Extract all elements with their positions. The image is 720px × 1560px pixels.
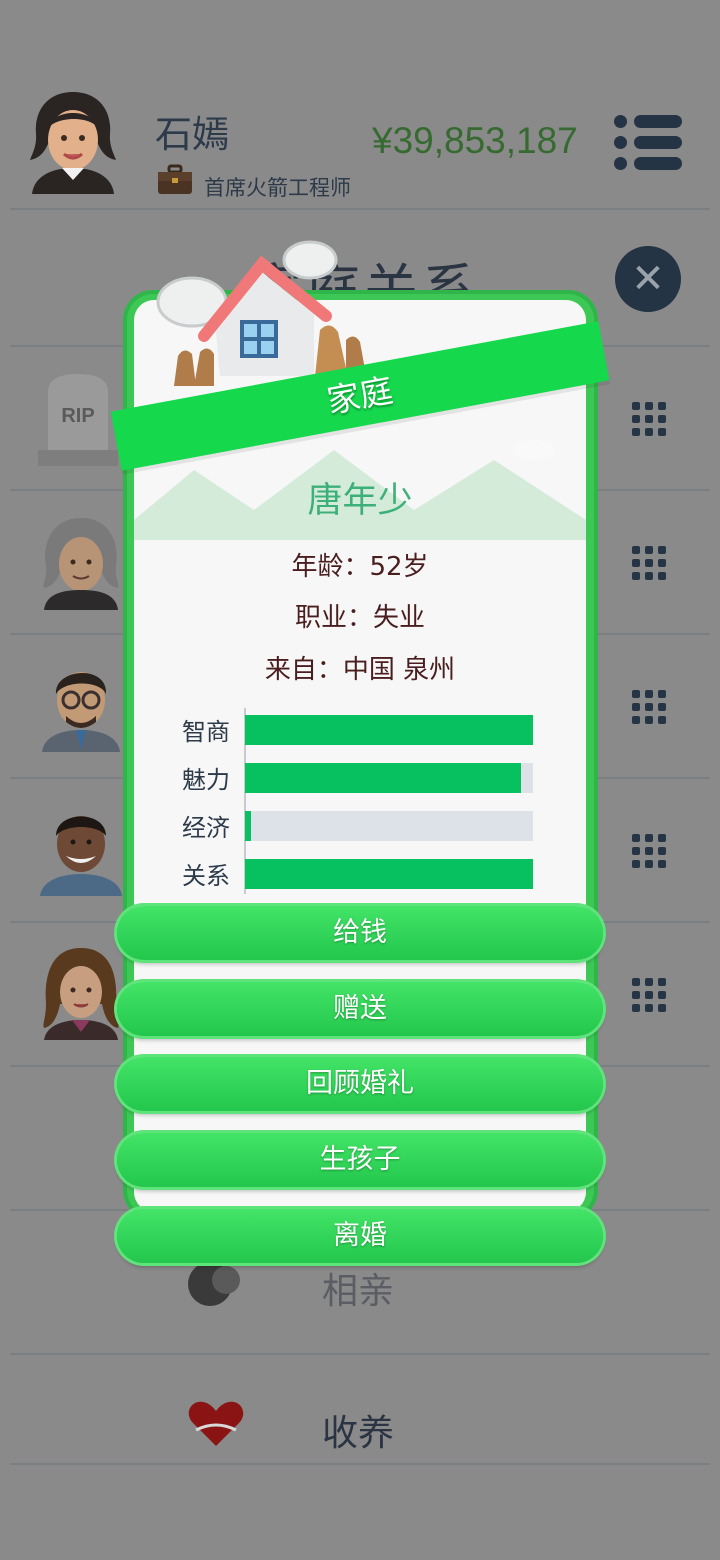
stat-bar-charm bbox=[245, 763, 533, 793]
divider bbox=[10, 208, 710, 210]
stat-bar-relation bbox=[245, 859, 533, 889]
man-glasses-avatar bbox=[42, 672, 120, 752]
divider bbox=[10, 1353, 710, 1355]
rip-tombstone-icon: RIP bbox=[38, 374, 118, 466]
adopt-heart-icon bbox=[188, 1401, 244, 1446]
stat-bar-iq bbox=[245, 715, 533, 745]
grid-icon[interactable] bbox=[632, 690, 666, 724]
menu-icon[interactable] bbox=[614, 112, 684, 172]
blind-date-icon bbox=[188, 1262, 240, 1306]
grid-icon[interactable] bbox=[632, 546, 666, 580]
grandma-avatar bbox=[43, 518, 119, 610]
blind-date-action[interactable]: 相亲 bbox=[322, 1262, 394, 1314]
stat-bar-economy bbox=[245, 811, 533, 841]
job-title: 首席火箭工程师 bbox=[204, 176, 351, 200]
grid-icon[interactable] bbox=[632, 978, 666, 1012]
adopt-action[interactable]: 收养 bbox=[322, 1404, 394, 1456]
svg-text:RIP: RIP bbox=[61, 405, 94, 427]
person-age: 年龄：52岁 bbox=[291, 552, 429, 582]
stat-label-relation: 关系 bbox=[182, 862, 230, 890]
stat-fill-relation bbox=[245, 859, 533, 889]
give-money-button[interactable]: 给钱 bbox=[117, 906, 603, 960]
grid-icon[interactable] bbox=[632, 834, 666, 868]
stat-label-iq: 智商 bbox=[182, 718, 230, 746]
gift-button[interactable]: 赠送 bbox=[117, 982, 603, 1036]
money-balance: ¥39,853,187 bbox=[372, 120, 578, 161]
woman-avatar bbox=[43, 948, 119, 1040]
house-icon bbox=[156, 240, 368, 386]
user-name: 石嫣 bbox=[155, 113, 229, 156]
briefcase-icon bbox=[158, 164, 192, 194]
review-wedding-button[interactable]: 回顾婚礼 bbox=[117, 1057, 603, 1111]
profile-header: 石嫣 首席火箭工程师 ¥39,853,187 bbox=[0, 0, 720, 210]
grid-icon[interactable] bbox=[632, 402, 666, 436]
person-name: 唐年少 bbox=[307, 481, 413, 521]
person-occupation: 职业：失业 bbox=[294, 603, 425, 633]
stat-label-charm: 魅力 bbox=[182, 766, 230, 794]
divorce-button[interactable]: 离婚 bbox=[117, 1209, 603, 1263]
man-beard-avatar bbox=[40, 816, 122, 896]
have-child-button[interactable]: 生孩子 bbox=[117, 1133, 603, 1187]
stat-fill-iq bbox=[245, 715, 533, 745]
person-origin: 来自：中国 泉州 bbox=[264, 655, 456, 685]
stat-fill-economy bbox=[245, 811, 251, 841]
user-avatar-icon bbox=[30, 92, 116, 194]
stat-label-economy: 经济 bbox=[182, 814, 230, 842]
stat-fill-charm bbox=[245, 763, 522, 793]
divider bbox=[10, 1463, 710, 1465]
close-icon[interactable]: ✕ bbox=[615, 246, 681, 312]
